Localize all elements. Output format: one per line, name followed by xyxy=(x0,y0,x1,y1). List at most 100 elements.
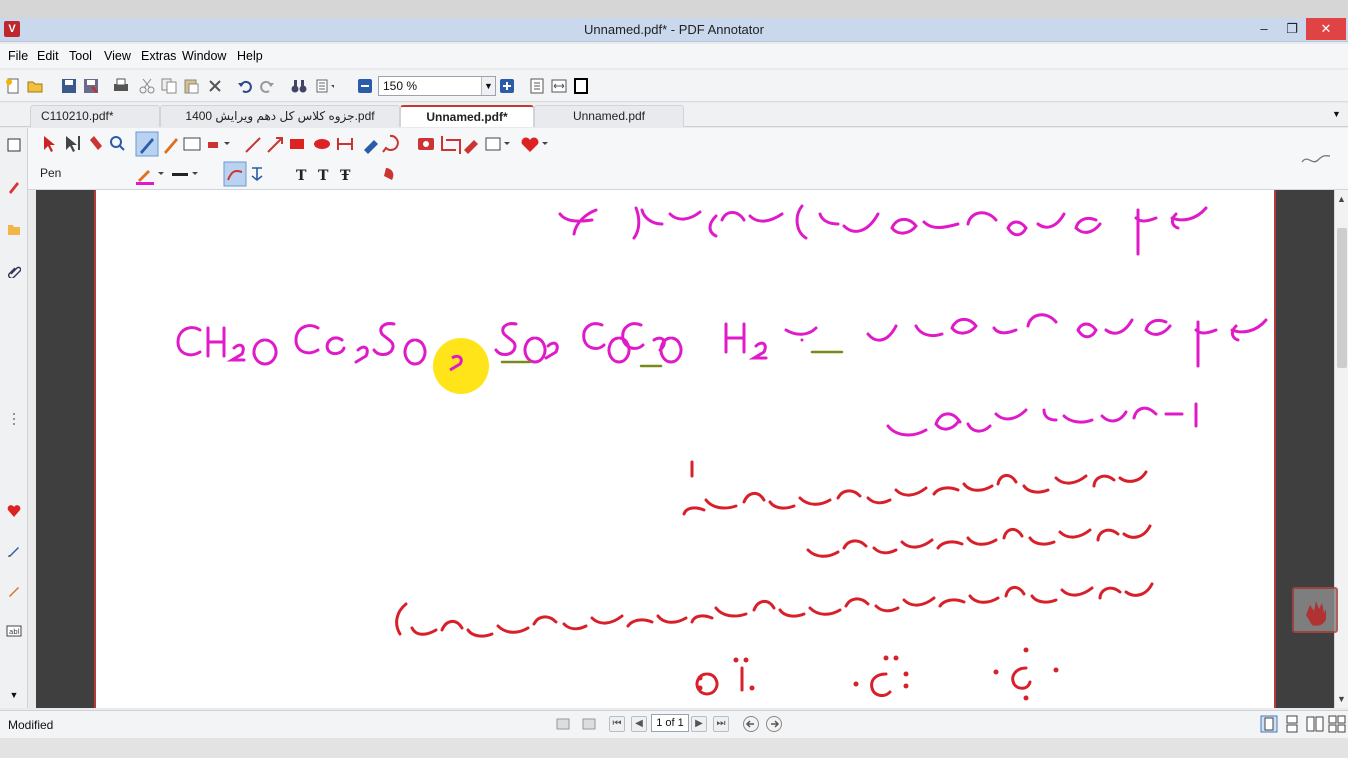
paste-icon[interactable] xyxy=(182,77,200,95)
tab-c110210[interactable]: C110210.pdf* xyxy=(30,105,160,127)
text-box-icon[interactable] xyxy=(183,137,201,151)
crop-icon[interactable] xyxy=(441,136,461,154)
menu-tool[interactable]: Tool xyxy=(69,49,92,63)
previous-page-button[interactable]: ◀ xyxy=(631,716,647,732)
maximize-button[interactable]: ❐ xyxy=(1278,18,1306,40)
fit-page-icon[interactable] xyxy=(528,77,546,95)
eraser-hand-icon[interactable] xyxy=(90,136,102,150)
title-bar: V Unnamed.pdf* - PDF Annotator – ❐ ✕ xyxy=(0,18,1348,42)
marker-icon[interactable] xyxy=(5,178,23,196)
hand-tool-floating-button[interactable] xyxy=(1292,587,1338,633)
magnifier-icon[interactable] xyxy=(110,136,122,148)
chevron-down-icon[interactable]: ▼ xyxy=(481,77,495,95)
panel-scroll-down-icon[interactable]: ▼ xyxy=(5,686,23,704)
print-icon[interactable] xyxy=(112,77,130,95)
line-icon[interactable] xyxy=(245,137,261,153)
tab-unnamed[interactable]: Unnamed.pdf xyxy=(534,105,684,127)
stamp-icon[interactable] xyxy=(208,142,218,148)
next-page-button[interactable]: ▶ xyxy=(691,716,707,732)
cut-icon[interactable] xyxy=(138,77,156,95)
attachment-icon[interactable] xyxy=(5,262,23,280)
zoom-level-value: 150 % xyxy=(383,79,418,93)
line-width-icon[interactable] xyxy=(172,173,188,176)
main-toolbar xyxy=(0,70,1348,102)
last-page-button[interactable]: ⏭ xyxy=(713,716,729,732)
select-arrow-icon[interactable] xyxy=(44,136,55,152)
desktop-strip xyxy=(0,0,1348,18)
minimize-button[interactable]: – xyxy=(1250,18,1278,40)
text-style-icon[interactable]: T xyxy=(318,168,329,184)
insert-image-icon[interactable] xyxy=(485,137,501,151)
next-view-icon[interactable] xyxy=(580,716,596,732)
zoom-level-combobox[interactable]: 150 % ▼ xyxy=(378,76,496,96)
favorites-heart-icon[interactable] xyxy=(521,137,539,152)
menu-edit[interactable]: Edit xyxy=(37,49,59,63)
zoom-in-icon[interactable] xyxy=(498,77,516,95)
pencil-tool-icon[interactable] xyxy=(164,138,178,154)
measure-icon[interactable] xyxy=(337,138,353,150)
page-thumbnail-icon[interactable] xyxy=(5,136,23,154)
pen-tool-icon[interactable] xyxy=(5,542,23,560)
text-field-icon[interactable]: abl xyxy=(5,622,23,640)
menu-extras[interactable]: Extras xyxy=(141,49,176,63)
open-folder-icon[interactable] xyxy=(26,77,44,95)
two-page-continuous-view-icon[interactable] xyxy=(1328,715,1346,736)
full-screen-icon[interactable] xyxy=(572,77,590,95)
pen-color-icon[interactable] xyxy=(138,170,150,182)
delete-icon[interactable] xyxy=(206,77,224,95)
find-binoculars-icon[interactable] xyxy=(290,77,308,95)
smooth-stroke-icon[interactable] xyxy=(223,161,247,187)
text-select-icon[interactable] xyxy=(78,136,80,150)
lasso-icon[interactable] xyxy=(382,134,399,153)
previous-view-icon[interactable] xyxy=(556,716,572,732)
two-page-view-icon[interactable] xyxy=(1306,715,1324,736)
menu-help[interactable]: Help xyxy=(237,49,263,63)
pdf-page[interactable] xyxy=(96,190,1274,708)
save-as-icon[interactable] xyxy=(82,77,100,95)
panel-resize-grip-icon[interactable] xyxy=(5,410,23,428)
pencil-icon[interactable] xyxy=(5,582,23,600)
ellipse-icon[interactable] xyxy=(314,139,330,149)
single-page-view-icon[interactable] xyxy=(1260,715,1278,736)
forward-arrow-icon[interactable] xyxy=(765,715,783,736)
pressure-icon[interactable] xyxy=(251,167,263,182)
scroll-down-icon[interactable]: ▼ xyxy=(1337,694,1346,704)
continuous-view-icon[interactable] xyxy=(1283,715,1301,736)
annotation-tools-strip xyxy=(44,131,548,157)
zoom-out-icon[interactable] xyxy=(356,77,374,95)
annotation-toolbar: Pen T T Ŧ xyxy=(28,128,1348,190)
rectangle-icon[interactable] xyxy=(290,139,304,149)
hand-write-icon[interactable] xyxy=(384,168,394,180)
undo-icon[interactable] xyxy=(236,77,254,95)
pen-properties-strip: T T Ŧ xyxy=(136,161,394,187)
text-bold-icon[interactable]: T xyxy=(296,168,307,184)
tilde-squiggle-icon[interactable] xyxy=(1298,150,1334,170)
tab-list-chevron-icon[interactable]: ▼ xyxy=(1332,109,1341,119)
copy-icon[interactable] xyxy=(160,77,178,95)
highlighter-icon[interactable] xyxy=(364,140,378,154)
menu-file[interactable]: File xyxy=(8,49,28,63)
folder-icon[interactable] xyxy=(5,220,23,238)
fit-width-icon[interactable] xyxy=(550,77,568,95)
desktop-bottom-strip xyxy=(0,738,1348,758)
tab-jozve-kelas[interactable]: جزوه کلاس کل دهم ویرایش 1400.pdf xyxy=(160,105,400,127)
page-number-field[interactable]: 1 of 1 xyxy=(651,714,689,732)
first-page-button[interactable]: ⏮ xyxy=(609,716,625,732)
redo-icon[interactable] xyxy=(258,77,276,95)
tab-unnamed-modified[interactable]: Unnamed.pdf* xyxy=(400,105,534,127)
menu-view[interactable]: View xyxy=(104,49,131,63)
menu-window[interactable]: Window xyxy=(182,49,226,63)
new-document-icon[interactable] xyxy=(4,77,22,95)
save-icon[interactable] xyxy=(60,77,78,95)
back-arrow-icon[interactable] xyxy=(742,715,760,736)
ruler-icon[interactable] xyxy=(464,140,478,154)
close-button[interactable]: ✕ xyxy=(1306,18,1346,40)
page-layout-icon[interactable] xyxy=(316,77,334,95)
text-strike-icon[interactable]: Ŧ xyxy=(340,168,351,184)
favorite-heart-icon[interactable] xyxy=(5,502,23,520)
arrow-icon[interactable] xyxy=(267,137,283,153)
ink-step-one xyxy=(886,402,1198,437)
scrollbar-thumb[interactable] xyxy=(1337,228,1347,368)
scroll-up-icon[interactable]: ▲ xyxy=(1337,194,1346,204)
page-border-right xyxy=(1274,190,1276,708)
